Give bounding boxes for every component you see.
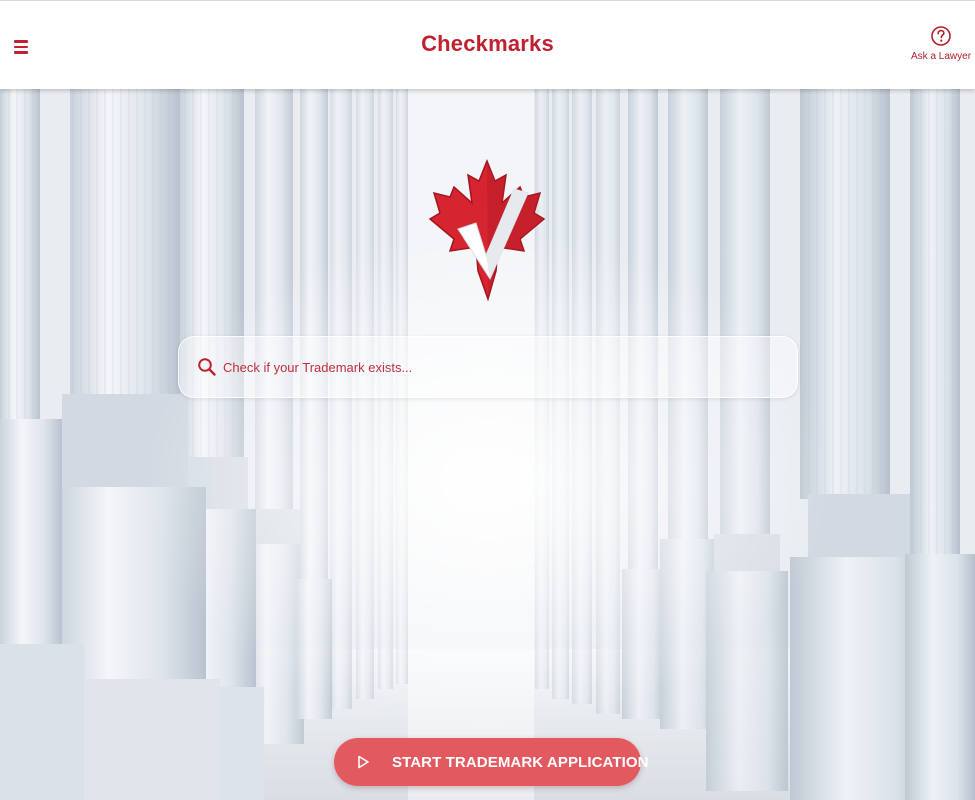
question-circle-icon xyxy=(931,26,951,46)
search-icon xyxy=(198,358,216,376)
start-trademark-application-label: START TRADEMARK APPLICATION xyxy=(392,753,649,771)
play-icon xyxy=(358,755,369,769)
trademark-search-bar[interactable] xyxy=(178,336,798,398)
ask-a-lawyer-button[interactable]: Ask a Lawyer xyxy=(911,25,971,69)
maple-leaf-checkmark-logo xyxy=(428,159,546,302)
start-trademark-application-button[interactable]: START TRADEMARK APPLICATION xyxy=(334,738,648,786)
hero-section: START TRADEMARK APPLICATION xyxy=(0,89,975,800)
app-title: Checkmarks xyxy=(421,31,554,56)
trademark-search-input[interactable] xyxy=(223,352,797,382)
ask-a-lawyer-label: Ask a Lawyer xyxy=(911,51,972,62)
app-header: Checkmarks Ask a Lawyer xyxy=(0,0,975,89)
